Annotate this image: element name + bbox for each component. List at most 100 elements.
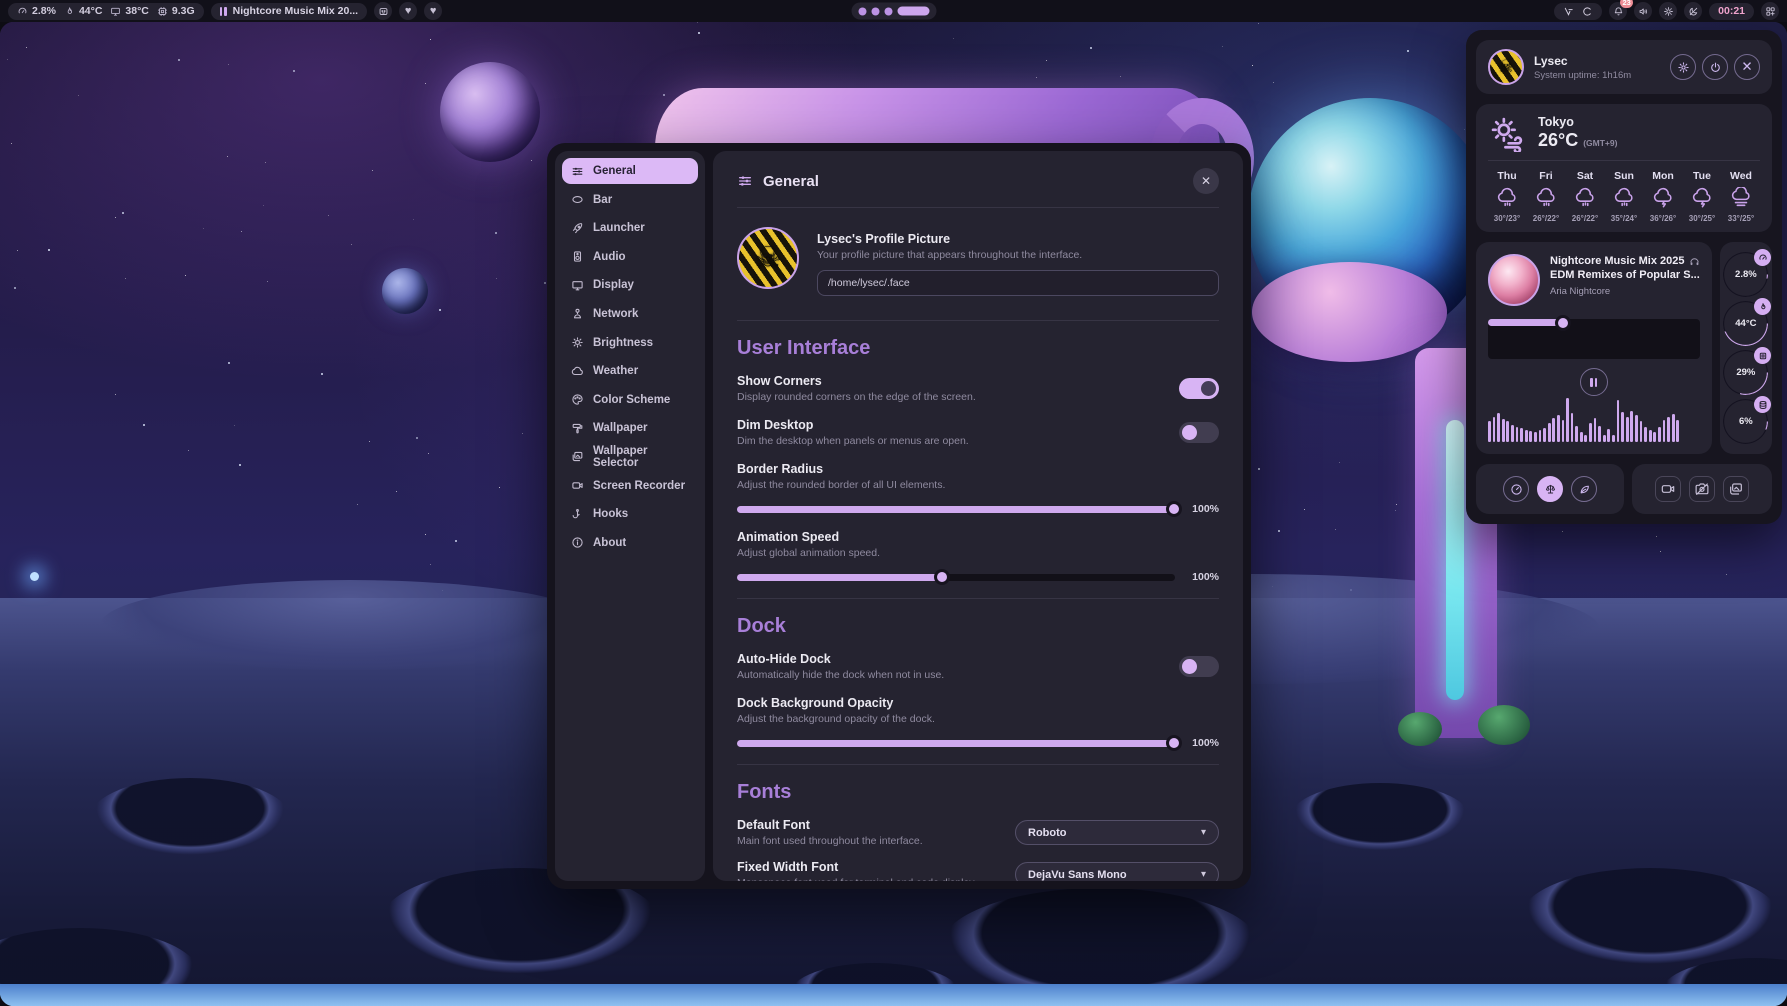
workspace-dot-3[interactable] — [884, 7, 892, 15]
sidebar-item-wallpaper-selector[interactable]: Wallpaper Selector — [562, 444, 698, 470]
ram-icon — [157, 6, 168, 17]
brightness-button[interactable] — [1659, 2, 1677, 20]
sidebar-item-label: Audio — [593, 251, 626, 263]
sidebar-item-label: Weather — [593, 365, 638, 377]
tray-icon-1[interactable] — [1563, 6, 1574, 17]
sidebar-item-bar[interactable]: Bar — [562, 187, 698, 213]
slider-knob[interactable] — [1166, 735, 1182, 751]
slider-knob[interactable] — [1555, 315, 1571, 331]
bar-icon — [571, 193, 584, 206]
sidebar-item-about[interactable]: About — [562, 530, 698, 556]
cpu-temp-stat: 44°C — [64, 5, 102, 17]
show-corners-toggle[interactable] — [1179, 378, 1219, 399]
settings-button[interactable] — [1670, 54, 1696, 80]
audio-visualizer — [1488, 396, 1700, 442]
performance-mode-button[interactable] — [1503, 476, 1529, 502]
sidebar-item-label: About — [593, 537, 626, 549]
border-radius-slider[interactable] — [737, 506, 1175, 513]
fog-icon — [1730, 187, 1752, 209]
profile-path-input[interactable] — [817, 270, 1219, 296]
clock[interactable]: 00:21 — [1709, 3, 1754, 20]
sidebar-item-display[interactable]: Display — [562, 272, 698, 298]
chevron-down-icon: ▾ — [1201, 827, 1206, 838]
app-grid-button[interactable] — [1761, 2, 1779, 20]
weather-card: Tokyo 26°C (GMT+9) Thu 30°/23° Fri — [1476, 104, 1772, 232]
settings-sidebar: General Bar Launcher Audio Display Netwo… — [555, 151, 705, 881]
notifications-button[interactable]: 23 — [1609, 2, 1627, 20]
grid-icon — [1765, 6, 1776, 17]
setting-fixed-width-font: Fixed Width Font Monospace font used for… — [737, 860, 1219, 881]
divider — [737, 764, 1219, 765]
power-button[interactable] — [1702, 54, 1728, 80]
workspace-dot-1[interactable] — [858, 7, 866, 15]
screen-record-button[interactable] — [1655, 476, 1681, 502]
heart-icon: ♥ — [430, 6, 437, 17]
pause-button[interactable] — [1580, 368, 1608, 396]
system-stats-pill[interactable]: 2.8% 44°C 38°C 9.3G — [8, 3, 204, 20]
forecast-day: Sat 26°/22° — [1566, 170, 1604, 223]
disk-gauge: 6% — [1723, 399, 1768, 444]
power-icon — [1709, 61, 1722, 74]
dim-desktop-toggle[interactable] — [1179, 422, 1219, 443]
sidebar-item-general[interactable]: General — [562, 158, 698, 184]
divider — [737, 598, 1219, 599]
weather-city: Tokyo — [1538, 115, 1617, 129]
settings-window: General Bar Launcher Audio Display Netwo… — [547, 143, 1251, 889]
wallpaper-swap-button[interactable] — [1723, 476, 1749, 502]
sidebar-item-hooks[interactable]: Hooks — [562, 501, 698, 527]
sidebar-item-launcher[interactable]: Launcher — [562, 215, 698, 241]
profile-avatar[interactable]: ☠ — [737, 227, 799, 289]
power-mode-card — [1476, 464, 1624, 514]
sidebar-item-screen-recorder[interactable]: Screen Recorder — [562, 473, 698, 499]
screenshot-off-button[interactable] — [1689, 476, 1715, 502]
sidebar-item-weather[interactable]: Weather — [562, 358, 698, 384]
slider-knob[interactable] — [1166, 501, 1182, 517]
animation-speed-slider[interactable] — [737, 574, 1175, 581]
sidebar-item-color-scheme[interactable]: Color Scheme — [562, 387, 698, 413]
forecast-day: Tue 30°/25° — [1683, 170, 1721, 223]
volume-button[interactable] — [1634, 2, 1652, 20]
setting-show-corners: Show Corners Display rounded corners on … — [737, 374, 1219, 403]
sidebar-item-network[interactable]: Network — [562, 301, 698, 327]
tune-icon — [737, 173, 753, 189]
night-light-button[interactable] — [1684, 2, 1702, 20]
setting-dock-opacity: Dock Background Opacity Adjust the backg… — [737, 696, 1219, 751]
setting-default-font: Default Font Main font used throughout t… — [737, 818, 1219, 847]
heart-button-2[interactable]: ♥ — [424, 2, 442, 20]
cpu-gauge: 2.8% — [1723, 252, 1768, 297]
slider-knob[interactable] — [934, 569, 950, 585]
notification-badge: 23 — [1620, 0, 1633, 8]
media-pill[interactable]: Nightcore Music Mix 20... — [211, 3, 367, 20]
balanced-mode-button[interactable] — [1537, 476, 1563, 502]
network-icon — [571, 307, 584, 320]
divider — [737, 320, 1219, 321]
system-tray-pill[interactable] — [1554, 3, 1602, 20]
auto-hide-dock-toggle[interactable] — [1179, 656, 1219, 677]
headphones-icon — [1689, 256, 1700, 267]
tray-icon-2[interactable] — [1582, 6, 1593, 17]
close-panel-button[interactable]: ✕ — [1734, 54, 1760, 80]
storm-icon — [1691, 187, 1713, 209]
close-window-button[interactable]: ✕ — [1193, 168, 1219, 194]
sidebar-item-label: Launcher — [593, 222, 645, 234]
sidebar-item-wallpaper[interactable]: Wallpaper — [562, 415, 698, 441]
heart-icon: ♥ — [405, 6, 412, 17]
rain-icon — [1535, 187, 1557, 209]
fixed-width-font-dropdown[interactable]: DejaVu Sans Mono ▾ — [1015, 862, 1219, 881]
workspace-dot-active[interactable] — [897, 7, 929, 16]
profile-description: Your profile picture that appears throug… — [817, 249, 1219, 261]
workspace-indicator[interactable] — [851, 3, 936, 20]
emoji-button[interactable] — [374, 2, 392, 20]
default-font-dropdown[interactable]: Roboto ▾ — [1015, 820, 1219, 845]
heart-button-1[interactable]: ♥ — [399, 2, 417, 20]
sidebar-item-audio[interactable]: Audio — [562, 244, 698, 270]
track-progress-slider[interactable] — [1488, 319, 1700, 359]
weather-icon — [571, 365, 584, 378]
divider — [1488, 160, 1760, 161]
sidebar-item-brightness[interactable]: Brightness — [562, 330, 698, 356]
dock-opacity-slider[interactable] — [737, 740, 1175, 747]
workspace-dot-2[interactable] — [871, 7, 879, 15]
powersaver-mode-button[interactable] — [1571, 476, 1597, 502]
setting-dim-desktop: Dim Desktop Dim the desktop when panels … — [737, 418, 1219, 447]
forecast-day: Fri 26°/22° — [1527, 170, 1565, 223]
